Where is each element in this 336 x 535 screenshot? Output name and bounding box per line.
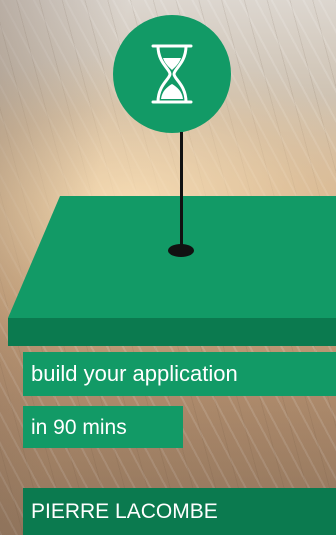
duration-banner: in 90 mins [23,406,183,448]
hourglass-icon [151,44,193,104]
author-banner: PIERRE LACOMBE [23,488,336,535]
platform-3d [8,196,336,346]
title-banner: build your application [23,352,336,396]
pin-line [180,132,183,248]
pin-dot [168,244,194,257]
hourglass-badge [113,15,231,133]
